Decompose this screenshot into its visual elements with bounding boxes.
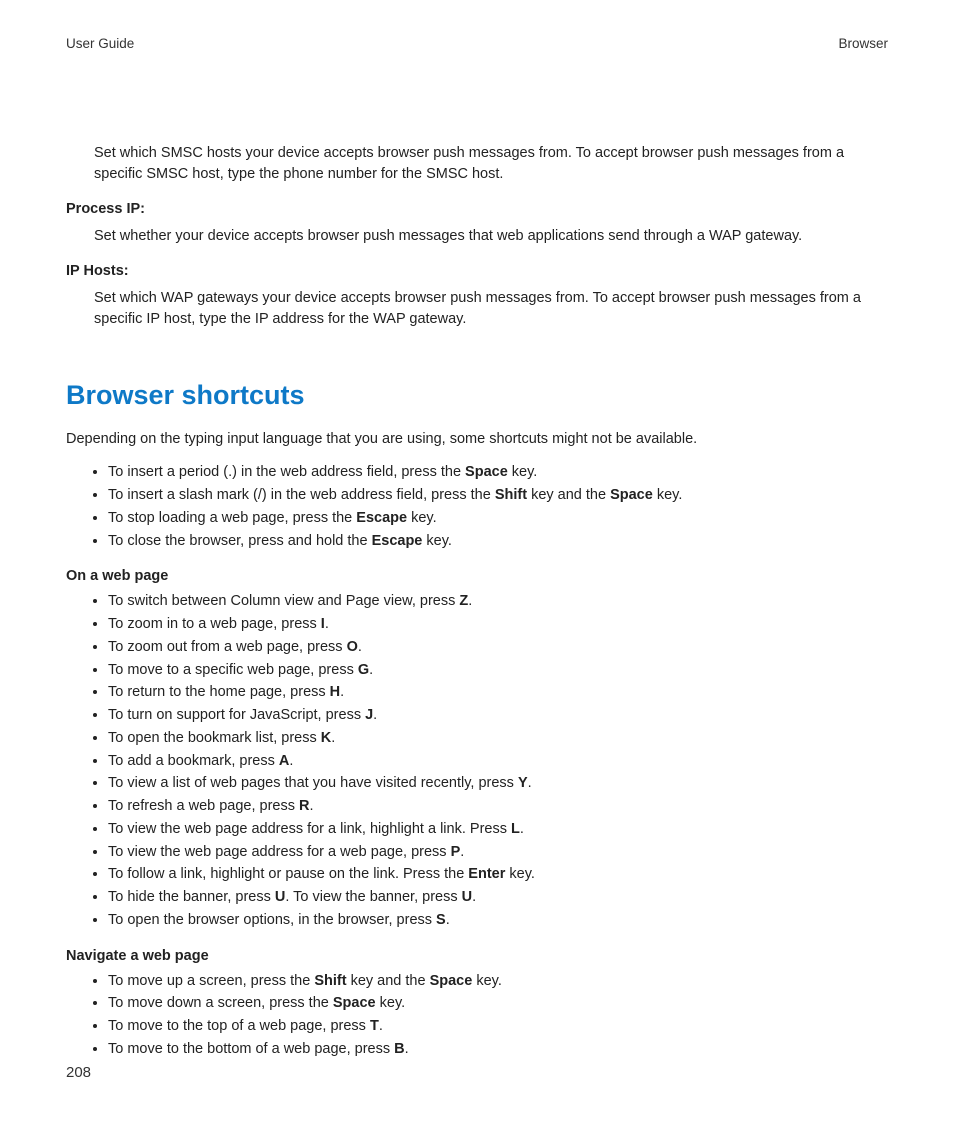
- list-item: To insert a slash mark (/) in the web ad…: [108, 485, 888, 507]
- subheading-navigate: Navigate a web page: [66, 946, 888, 967]
- list-item: To switch between Column view and Page v…: [108, 591, 888, 613]
- list-item: To zoom in to a web page, press I.: [108, 614, 888, 636]
- key-label: Shift: [314, 973, 346, 989]
- key-label: Space: [610, 487, 653, 503]
- list-item: To hide the banner, press U. To view the…: [108, 887, 888, 909]
- header-right: Browser: [838, 36, 888, 51]
- list-item: To open the bookmark list, press K.: [108, 728, 888, 750]
- key-label: I: [321, 616, 325, 632]
- key-label: P: [451, 844, 461, 860]
- list-item: To turn on support for JavaScript, press…: [108, 705, 888, 727]
- list-item: To insert a period (.) in the web addres…: [108, 462, 888, 484]
- list-item: To stop loading a web page, press the Es…: [108, 508, 888, 530]
- body-content: Set which SMSC hosts your device accepts…: [66, 143, 888, 1061]
- definition-term-process-ip: Process IP:: [66, 199, 888, 220]
- key-label: Escape: [372, 533, 423, 549]
- page-number: 208: [66, 1064, 91, 1081]
- shortcut-list-general: To insert a period (.) in the web addres…: [66, 462, 888, 552]
- key-label: Y: [518, 775, 528, 791]
- shortcut-list-navigate: To move up a screen, press the Shift key…: [66, 971, 888, 1061]
- list-item: To zoom out from a web page, press O.: [108, 637, 888, 659]
- document-page: User Guide Browser Set which SMSC hosts …: [0, 0, 954, 1145]
- key-label: U: [275, 889, 285, 905]
- definition-desc-ip-hosts: Set which WAP gateways your device accep…: [94, 288, 888, 330]
- key-label: L: [511, 821, 520, 837]
- list-item: To move down a screen, press the Space k…: [108, 993, 888, 1015]
- list-item: To move up a screen, press the Shift key…: [108, 971, 888, 993]
- list-item: To view the web page address for a link,…: [108, 819, 888, 841]
- list-item: To open the browser options, in the brow…: [108, 910, 888, 932]
- key-label: H: [330, 684, 340, 700]
- list-item: To refresh a web page, press R.: [108, 796, 888, 818]
- section-title: Browser shortcuts: [66, 376, 888, 415]
- key-label: Space: [333, 995, 376, 1011]
- key-label: S: [436, 912, 446, 928]
- key-label: G: [358, 662, 369, 678]
- section-lead: Depending on the typing input language t…: [66, 429, 888, 450]
- definition-term-ip-hosts: IP Hosts:: [66, 261, 888, 282]
- key-label: T: [370, 1018, 379, 1034]
- key-label: R: [299, 798, 309, 814]
- list-item: To return to the home page, press H.: [108, 682, 888, 704]
- key-label: Space: [465, 464, 508, 480]
- key-label: Space: [430, 973, 473, 989]
- key-label: U: [462, 889, 472, 905]
- list-item: To move to the bottom of a web page, pre…: [108, 1039, 888, 1061]
- list-item: To view the web page address for a web p…: [108, 842, 888, 864]
- key-label: O: [347, 639, 358, 655]
- key-label: K: [321, 730, 331, 746]
- key-label: Z: [459, 593, 468, 609]
- header-left: User Guide: [66, 36, 134, 51]
- key-label: Enter: [468, 866, 505, 882]
- key-label: A: [279, 753, 289, 769]
- key-label: Escape: [356, 510, 407, 526]
- key-label: Shift: [495, 487, 527, 503]
- list-item: To move to the top of a web page, press …: [108, 1016, 888, 1038]
- intro-paragraph: Set which SMSC hosts your device accepts…: [94, 143, 888, 185]
- list-item: To add a bookmark, press A.: [108, 751, 888, 773]
- shortcut-list-webpage: To switch between Column view and Page v…: [66, 591, 888, 931]
- subheading-on-a-web-page: On a web page: [66, 566, 888, 587]
- key-label: J: [365, 707, 373, 723]
- list-item: To view a list of web pages that you hav…: [108, 773, 888, 795]
- list-item: To move to a specific web page, press G.: [108, 660, 888, 682]
- definition-desc-process-ip: Set whether your device accepts browser …: [94, 226, 888, 247]
- list-item: To close the browser, press and hold the…: [108, 531, 888, 553]
- key-label: B: [394, 1041, 404, 1057]
- list-item: To follow a link, highlight or pause on …: [108, 864, 888, 886]
- running-header: User Guide Browser: [66, 36, 888, 51]
